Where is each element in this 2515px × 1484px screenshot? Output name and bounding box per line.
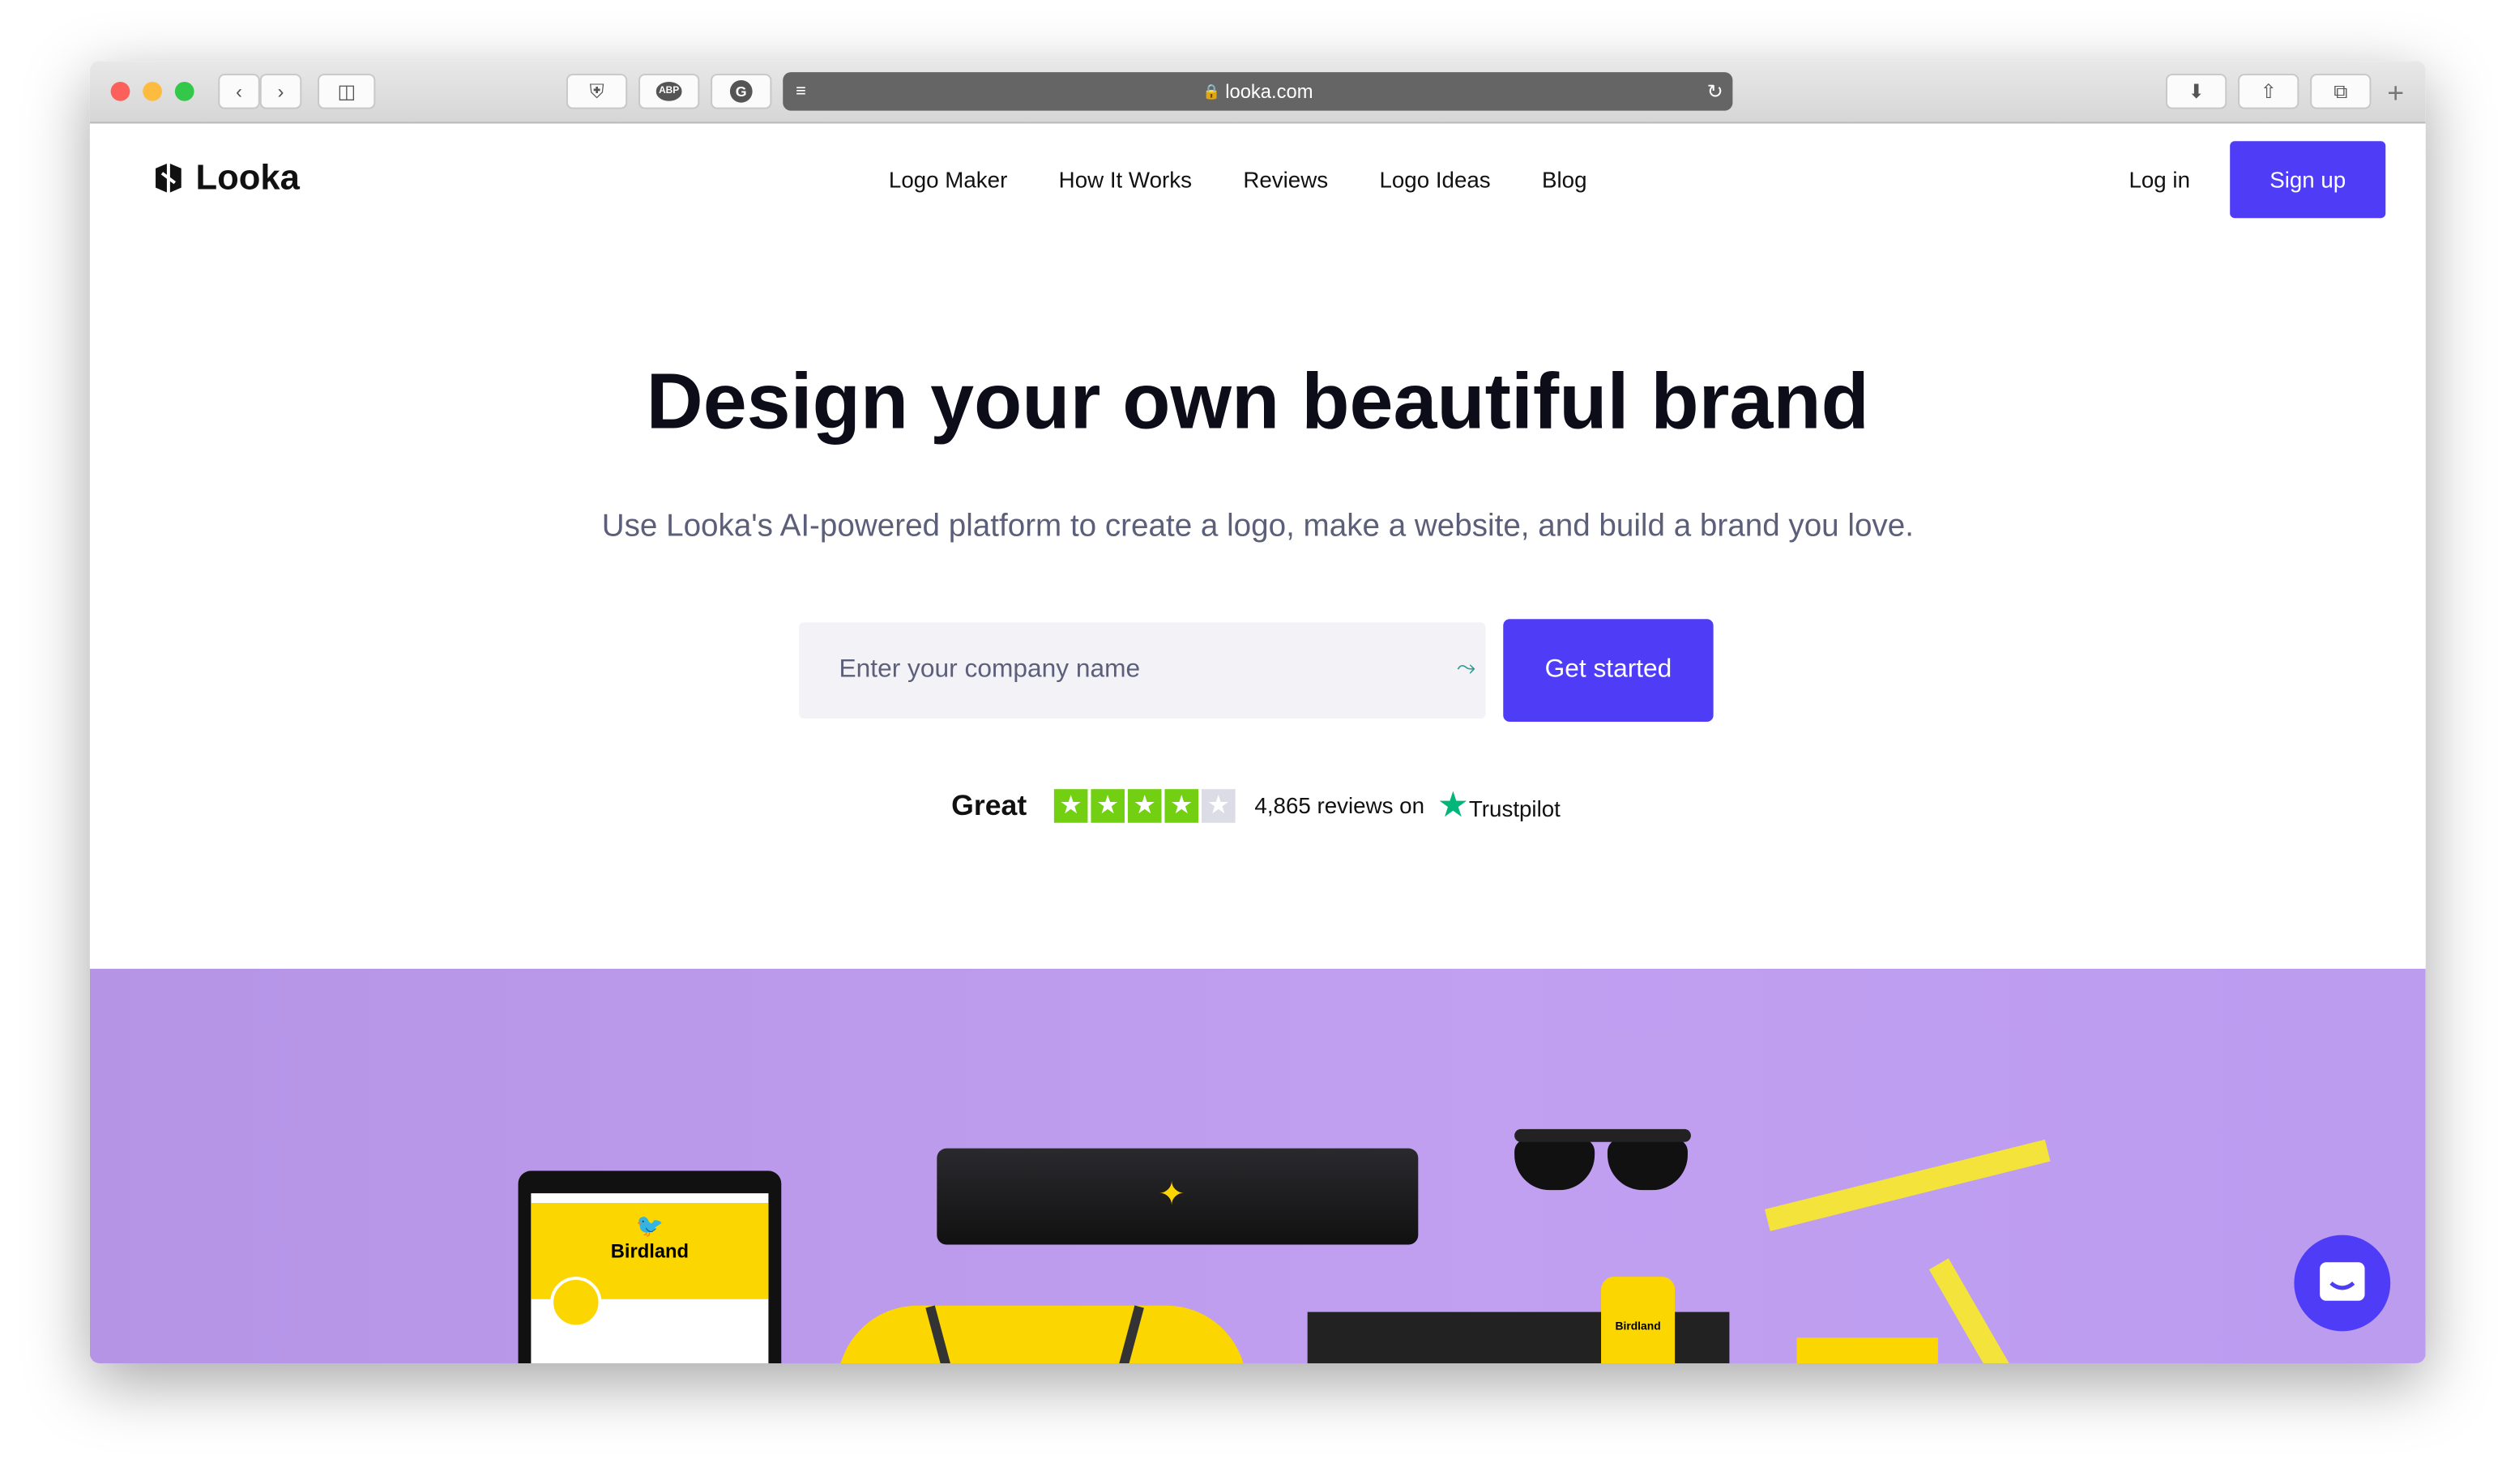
nav-link-blog[interactable]: Blog (1542, 167, 1587, 193)
looka-logo-icon (156, 163, 181, 193)
brand-showcase-image: 🐦 Birdland ✦ Birdland (89, 968, 2426, 1363)
forward-button[interactable]: › (259, 74, 302, 109)
nav-link-logo-ideas[interactable]: Logo Ideas (1379, 167, 1490, 193)
tube-package: ✦ (937, 1148, 1419, 1245)
tabs-overview-icon[interactable]: ⧉ (2310, 74, 2372, 109)
review-count: 4,865 reviews on (1254, 792, 1424, 818)
chat-button[interactable] (2294, 1235, 2391, 1332)
sunglasses (1514, 1128, 1691, 1191)
maximize-window-button[interactable] (174, 81, 194, 101)
tablet-brand-name: Birdland (610, 1239, 690, 1263)
hang-tag: Birdland (1601, 1277, 1676, 1363)
star-icon: ★ (1091, 788, 1125, 822)
card (1796, 1337, 1938, 1363)
login-link[interactable]: Log in (2129, 167, 2190, 193)
tape-measure (1765, 1139, 2051, 1231)
url-text: looka.com (1225, 80, 1313, 103)
grammarly-extension-icon[interactable]: G (711, 74, 772, 109)
shield-extension-icon[interactable]: ⛨ (566, 74, 628, 109)
trustpilot-widget[interactable]: Great ★ ★ ★ ★ ★ 4,865 reviews on ★ Trust… (951, 786, 1561, 825)
back-button[interactable]: ‹ (218, 74, 260, 109)
hero-subtitle: Use Looka's AI-powered platform to creat… (601, 508, 1914, 544)
site-header: Looka Logo Maker How It Works Reviews Lo… (90, 122, 2426, 237)
tshirt (837, 1305, 1247, 1363)
lock-icon: 🔒 (1202, 82, 1221, 99)
star-icon: ★ (1164, 788, 1199, 822)
company-name-field[interactable]: ⤳ (799, 622, 1486, 719)
reader-icon[interactable]: ≡ (796, 82, 806, 101)
minimize-window-button[interactable] (143, 81, 162, 101)
star-rating: ★ ★ ★ ★ ★ (1053, 788, 1239, 822)
brand-name: Looka (195, 157, 300, 198)
tablet-mockup: 🐦 Birdland (518, 1171, 782, 1363)
sidebar-toggle-icon[interactable]: ◫ (318, 74, 376, 109)
new-tab-button[interactable]: + (2387, 77, 2404, 111)
share-icon[interactable]: ⇧ (2238, 74, 2299, 109)
rating-word: Great (951, 788, 1027, 821)
hero-title: Design your own beautiful brand (646, 359, 1869, 446)
chat-icon (2320, 1262, 2365, 1301)
tag-brand-name: Birdland (1615, 1321, 1661, 1333)
company-name-input[interactable] (799, 622, 1449, 719)
get-started-button[interactable]: Get started (1503, 619, 1714, 722)
nav-link-how-it-works[interactable]: How It Works (1059, 167, 1192, 193)
downloads-icon[interactable]: ⬇ (2166, 74, 2227, 109)
input-bird-icon: ⤳ (1456, 654, 1476, 682)
nav-link-logo-maker[interactable]: Logo Maker (889, 167, 1007, 193)
adblock-extension-icon[interactable]: ABP (638, 74, 700, 109)
bird-icon: ✦ (1158, 1177, 1185, 1213)
bird-icon: 🐦 (635, 1212, 664, 1239)
reload-icon[interactable]: ↻ (1707, 80, 1723, 103)
star-icon: ★ (1053, 788, 1088, 822)
star-icon: ★ (1128, 788, 1162, 822)
browser-toolbar: ‹ › ◫ ⛨ ABP G ≡ 🔒 looka.com ↻ ⬇ ⇧ ⧉ + (89, 61, 2426, 124)
address-bar[interactable]: ≡ 🔒 looka.com ↻ (783, 72, 1733, 111)
nav-link-reviews[interactable]: Reviews (1243, 167, 1328, 193)
browser-window: ‹ › ◫ ⛨ ABP G ≡ 🔒 looka.com ↻ ⬇ ⇧ ⧉ + Lo… (89, 61, 2426, 1364)
signup-button[interactable]: Sign up (2230, 141, 2386, 219)
trustpilot-brand: Trustpilot (1468, 795, 1561, 821)
star-empty-icon: ★ (1202, 788, 1236, 822)
trustpilot-star-icon: ★ (1437, 784, 1469, 825)
close-window-button[interactable] (110, 81, 130, 101)
looka-logo[interactable]: Looka (151, 157, 300, 198)
